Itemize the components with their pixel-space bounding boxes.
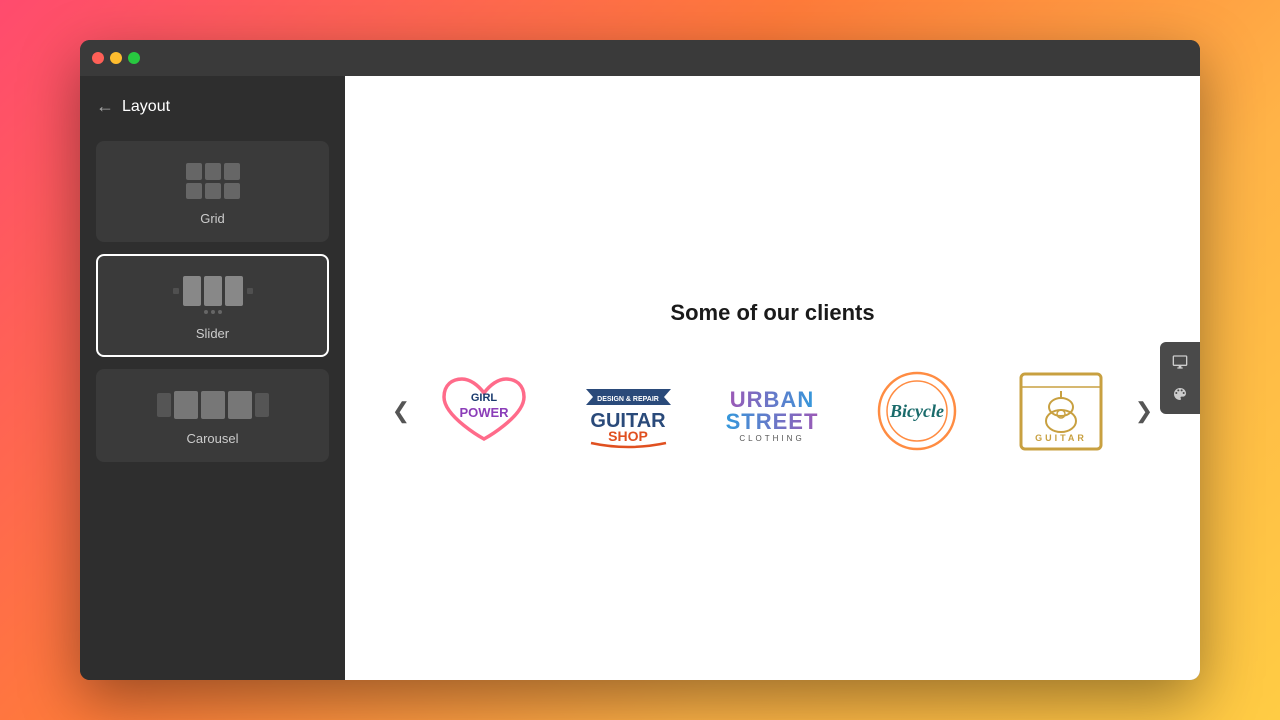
slider-block [204, 276, 222, 306]
nav-dot [204, 310, 208, 314]
clients-title: Some of our clients [670, 300, 874, 326]
layout-card-carousel[interactable]: Carousel [96, 369, 329, 462]
carousel-block-main [228, 391, 252, 419]
svg-text:DESIGN & REPAIR: DESIGN & REPAIR [597, 396, 659, 403]
back-button[interactable]: ← [96, 96, 114, 117]
logo-bicycle: Bicycle [862, 366, 972, 456]
layout-card-grid[interactable]: Grid [96, 141, 329, 242]
guitar-box-svg: GUITAR [1016, 369, 1106, 454]
logo-girl-power: GIRL POWER [429, 366, 539, 456]
sidebar-header: ← Layout [96, 92, 329, 129]
carousel-block-main [201, 391, 225, 419]
slider-icon-wrapper [173, 276, 253, 314]
slider-block [183, 276, 201, 306]
svg-text:STREET: STREET [726, 409, 819, 434]
slider-label: Slider [196, 326, 229, 341]
slider-block [225, 276, 243, 306]
slider-side-dot-right [247, 288, 253, 294]
svg-text:POWER: POWER [460, 405, 510, 420]
monitor-icon[interactable] [1166, 348, 1194, 376]
right-toolbar [1160, 342, 1200, 414]
svg-text:GIRL: GIRL [471, 392, 498, 404]
carousel-container: ❮ GIRL POWER [385, 366, 1160, 456]
carousel-icon [157, 391, 269, 419]
main-content: Some of our clients ❮ GIRL [345, 76, 1200, 680]
monitor-svg [1172, 354, 1188, 370]
logo-guitar-shop: DESIGN & REPAIR GUITAR SHOP [573, 366, 683, 456]
close-button[interactable] [92, 52, 104, 64]
minimize-button[interactable] [110, 52, 122, 64]
svg-text:CLOTHING: CLOTHING [740, 434, 805, 443]
nav-dot [218, 310, 222, 314]
carousel-block-small [255, 393, 269, 417]
app-window: ← Layout Grid [80, 40, 1200, 680]
traffic-lights [92, 52, 140, 64]
preview-area: Some of our clients ❮ GIRL [345, 76, 1200, 680]
nav-dot [211, 310, 215, 314]
sidebar: ← Layout Grid [80, 76, 345, 680]
girl-power-svg: GIRL POWER [434, 369, 534, 454]
svg-text:GUITAR: GUITAR [1035, 433, 1087, 443]
logo-urban-street: URBAN STREET CLOTHING [717, 366, 827, 456]
palette-svg [1172, 386, 1188, 402]
carousel-block-small [157, 393, 171, 417]
slider-nav-dots [204, 310, 222, 314]
guitar-shop-svg: DESIGN & REPAIR GUITAR SHOP [576, 369, 681, 454]
carousel-logos: GIRL POWER DESIGN & REPAIR [417, 366, 1128, 456]
slider-side-dot-left [173, 288, 179, 294]
palette-icon[interactable] [1166, 380, 1194, 408]
svg-text:Bicycle: Bicycle [889, 401, 944, 421]
carousel-prev-button[interactable]: ❮ [385, 395, 417, 427]
window-body: ← Layout Grid [80, 76, 1200, 680]
carousel-label: Carousel [186, 431, 238, 446]
grid-icon [186, 163, 240, 199]
carousel-next-button[interactable]: ❯ [1128, 395, 1160, 427]
logo-guitar-box: GUITAR [1006, 366, 1116, 456]
urban-street-svg: URBAN STREET CLOTHING [722, 369, 822, 454]
titlebar [80, 40, 1200, 76]
carousel-block-main [174, 391, 198, 419]
slider-blocks [183, 276, 243, 306]
layout-card-slider[interactable]: Slider [96, 254, 329, 357]
slider-icon [173, 276, 253, 306]
grid-label: Grid [200, 211, 225, 226]
bicycle-svg: Bicycle [867, 369, 967, 454]
svg-text:SHOP: SHOP [608, 428, 648, 444]
sidebar-title: Layout [122, 98, 170, 116]
maximize-button[interactable] [128, 52, 140, 64]
